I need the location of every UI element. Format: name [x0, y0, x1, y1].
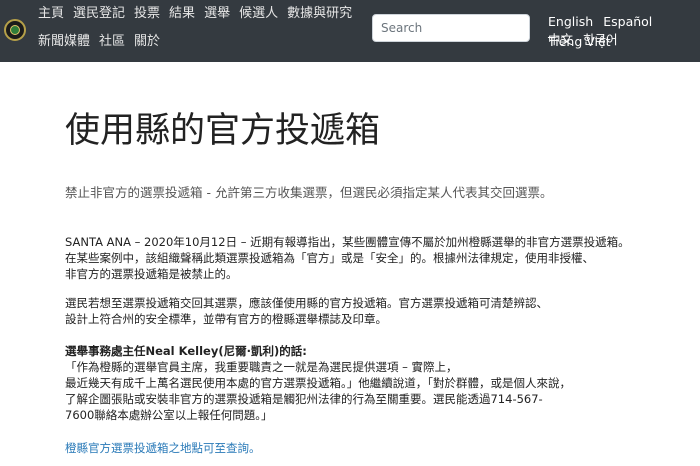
top-navbar: 主頁 選民登記 投票 結果 選舉 候選人 數據與研究 新聞媒體 社區 關於 En…	[0, 0, 700, 62]
seal-emblem-icon	[10, 25, 20, 35]
nav-voting[interactable]: 投票	[134, 5, 160, 23]
nav-candidates[interactable]: 候選人	[239, 5, 278, 23]
paragraph-line: 設計上符合州的安全標準，並帶有官方的橙縣選舉標誌及印章。	[65, 312, 387, 326]
quote-line: 7600聯絡本處辦公室以上報任何問題。」	[65, 408, 273, 422]
nav-data-research[interactable]: 數據與研究	[287, 5, 352, 23]
paragraph-line: 非官方的選票投遞箱是被禁止的。	[65, 267, 238, 281]
quote-line: 「作為橙縣的選舉官員主席，我重要職責之一就是為選民提供選項 – 實際上，	[65, 360, 458, 374]
quote-line: 最近幾天有成千上萬名選民使用本處的官方選票投遞箱。」他繼續說道，「對於群體，或是…	[65, 376, 571, 390]
paragraph-intro: SANTA ANA – 2020年10月12日 – 近期有報導指出，某些團體宣傳…	[65, 234, 665, 282]
nav-news-media[interactable]: 新聞媒體	[38, 33, 90, 51]
lang-english[interactable]: English	[548, 14, 593, 29]
lang-spanish[interactable]: Español	[603, 14, 652, 29]
nav-home[interactable]: 主頁	[38, 5, 64, 23]
search-input[interactable]	[372, 14, 530, 42]
nav-voter-registration[interactable]: 選民登記	[73, 5, 125, 23]
page-title: 使用縣的官方投遞箱	[65, 111, 381, 151]
dropbox-locations-link[interactable]: 橙縣官方選票投遞箱之地點可至查詢。	[65, 440, 261, 456]
quote-line: 了解企圖張貼或安裝非官方的選票投遞箱是觸犯州法律的行為至關重要。選民能透過714…	[65, 392, 543, 406]
language-links-row2: 中文 한국어	[548, 29, 623, 49]
paragraph-instructions: 選民若想至選票投遞箱交回其選票，應該僅使用縣的官方投遞箱。官方選票投遞箱可清楚辨…	[65, 295, 665, 327]
lang-korean[interactable]: 한국어	[583, 32, 618, 47]
nav-about[interactable]: 關於	[134, 33, 160, 51]
paragraph-line: 選民若想至選票投遞箱交回其選票，應該僅使用縣的官方投遞箱。官方選票投遞箱可清楚辨…	[65, 296, 548, 310]
paragraph-line: 在某些案例中，該組織聲稱此類選票投遞箱為「官方」或是「安全」的。根據州法律規定，…	[65, 251, 594, 265]
quote-heading: 選舉事務處主任Neal Kelley(尼爾·凱利)的話:	[65, 344, 307, 358]
quote-block: 選舉事務處主任Neal Kelley(尼爾·凱利)的話: 「作為橙縣的選舉官員主…	[65, 343, 665, 423]
lang-chinese[interactable]: 中文	[548, 32, 573, 47]
nav-elections[interactable]: 選舉	[204, 5, 230, 23]
nav-community[interactable]: 社區	[99, 33, 125, 51]
nav-results[interactable]: 結果	[169, 5, 195, 23]
lead-text: 禁止非官方的選票投遞箱 - 允許第三方收集選票，但選民必須指定某人代表其交回選票…	[65, 185, 553, 200]
county-seal-logo[interactable]	[4, 19, 26, 41]
paragraph-line: SANTA ANA – 2020年10月12日 – 近期有報導指出，某些團體宣傳…	[65, 235, 630, 249]
nav-secondary-row: 新聞媒體 社區 關於	[38, 33, 169, 51]
nav-primary-row: 主頁 選民登記 投票 結果 選舉 候選人 數據與研究	[38, 5, 361, 23]
